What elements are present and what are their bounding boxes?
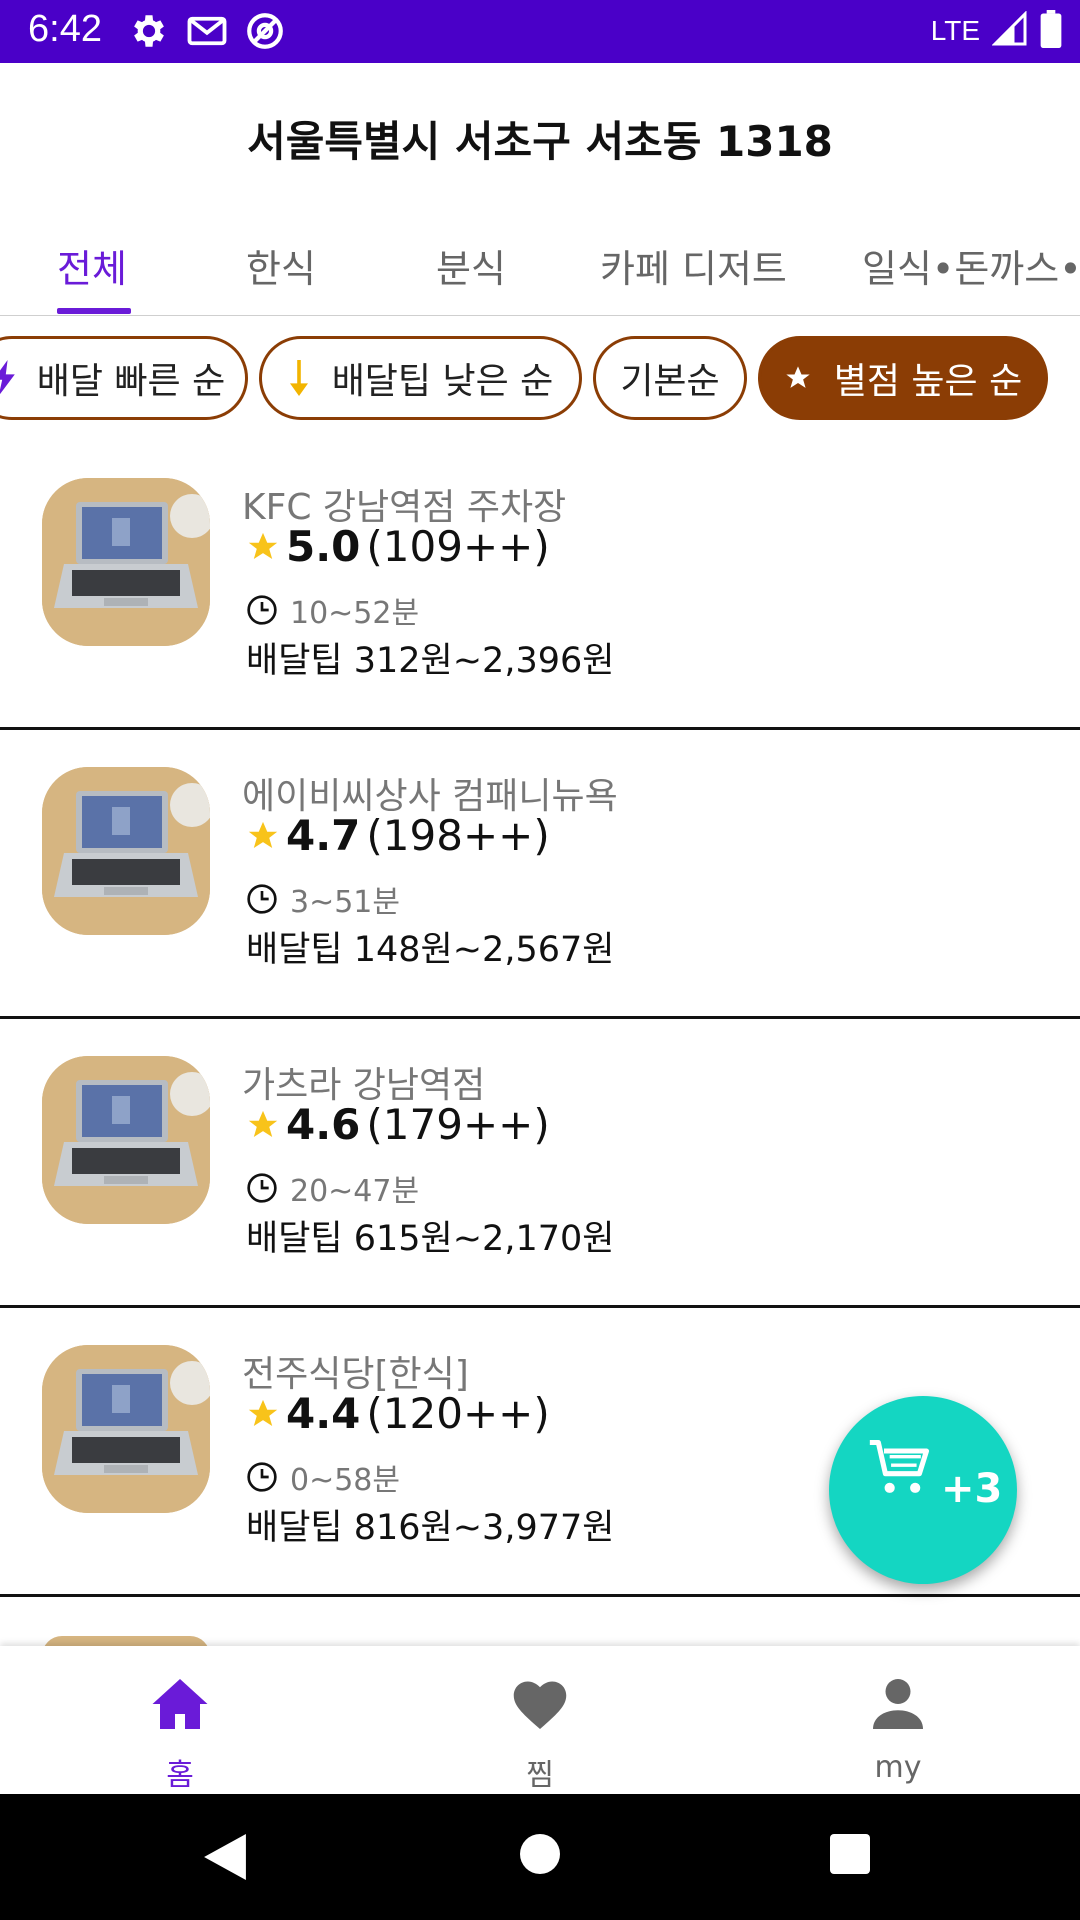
- back-icon[interactable]: [204, 1834, 246, 1884]
- store-thumbnail: [42, 478, 210, 646]
- filter-fast-delivery[interactable]: 배달 빠른 순: [0, 336, 248, 420]
- nav-home[interactable]: 홈: [80, 1646, 280, 1794]
- star-icon: [784, 364, 812, 392]
- filter-default[interactable]: 기본순: [593, 336, 747, 420]
- rating-value: 5.0: [286, 522, 361, 571]
- at-sign-icon: [244, 10, 286, 56]
- tab-indicator: [57, 308, 131, 314]
- clock-icon: [246, 594, 278, 626]
- mail-icon: [186, 10, 228, 56]
- star-icon: [246, 530, 280, 564]
- delivery-tip: 배달팁 615원~2,170원: [246, 1219, 615, 1259]
- filter-low-tip[interactable]: 배달팁 낮은 순: [259, 336, 582, 420]
- review-count: (179++): [366, 1100, 550, 1149]
- star-icon: [246, 1397, 280, 1431]
- filter-label: 배달 빠른 순: [36, 361, 226, 402]
- status-icons-left: [128, 10, 286, 56]
- delivery-time: 3~51분: [246, 877, 400, 921]
- cart-button[interactable]: +3: [829, 1396, 1017, 1584]
- delivery-tip: 배달팁 312원~2,396원: [246, 641, 615, 681]
- store-item[interactable]: 가츠라 강남역점 4.6 (179++) 20~47분 배달팁 615원~2,1…: [0, 1018, 1080, 1308]
- star-icon: [246, 1108, 280, 1142]
- system-nav-bar: [0, 1794, 1080, 1920]
- store-item[interactable]: 에이비씨상사 컴패니뉴욕 4.7 (198++) 3~51분 배달팁 148원~…: [0, 729, 1080, 1019]
- store-rating: 4.4 (120++): [246, 1389, 550, 1438]
- review-count: (198++): [366, 811, 550, 860]
- tab-all[interactable]: 전체: [57, 238, 127, 293]
- delivery-tip: 배달팁 816원~3,977원: [246, 1508, 615, 1548]
- signal-icon: [991, 10, 1028, 51]
- delivery-time: 20~47분: [246, 1166, 419, 1210]
- filter-label: 별점 높은 순: [833, 361, 1023, 402]
- recents-icon[interactable]: [830, 1834, 870, 1878]
- delivery-time-text: 20~47분: [290, 1174, 420, 1209]
- nav-label: 찜: [526, 1758, 554, 1793]
- delivery-time-text: 10~52분: [290, 596, 420, 631]
- tab-japanese[interactable]: 일식•돈까스•: [862, 238, 1080, 293]
- network-type: LTE: [930, 15, 980, 46]
- delivery-time: 10~52분: [246, 588, 419, 632]
- store-thumbnail: [42, 1056, 210, 1224]
- review-count: (120++): [366, 1389, 550, 1438]
- filter-label: 배달팁 낮은 순: [331, 361, 554, 402]
- filter-label: 기본순: [620, 361, 720, 402]
- delivery-tip: 배달팁 148원~2,567원: [246, 930, 615, 970]
- nav-my[interactable]: my: [798, 1646, 998, 1794]
- nav-label: 홈: [166, 1758, 194, 1793]
- status-time: 6:42: [28, 8, 102, 50]
- store-rating: 4.7 (198++): [246, 811, 550, 860]
- status-bar: 6:42 LTE: [0, 0, 1080, 63]
- tab-cafe-dessert[interactable]: 카페 디저트: [600, 238, 787, 293]
- cart-count: +3: [941, 1466, 1003, 1512]
- star-icon: [246, 819, 280, 853]
- gear-icon: [128, 10, 170, 56]
- rating-value: 4.6: [286, 1100, 361, 1149]
- rating-value: 4.7: [286, 811, 361, 860]
- delivery-time-text: 3~51분: [290, 885, 400, 920]
- store-thumbnail: [42, 1345, 210, 1513]
- heart-icon: [510, 1676, 570, 1732]
- bottom-nav: 홈 찜 my: [0, 1646, 1080, 1794]
- location-title[interactable]: 서울특별시 서초구 서초동 1318: [0, 108, 1080, 169]
- delivery-time-text: 0~58분: [290, 1463, 400, 1498]
- rating-value: 4.4: [286, 1389, 361, 1438]
- tab-korean[interactable]: 한식: [246, 238, 316, 293]
- cart-icon: [867, 1434, 935, 1506]
- lightning-icon: [0, 360, 15, 396]
- store-item[interactable]: KFC 강남역점 주차장 5.0 (109++) 10~52분 배달팁 312원…: [0, 440, 1080, 730]
- delivery-time: 0~58분: [246, 1455, 400, 1499]
- clock-icon: [246, 1461, 278, 1493]
- nav-favorites[interactable]: 찜: [440, 1646, 640, 1794]
- battery-icon: [1040, 10, 1062, 52]
- review-count: (109++): [366, 522, 550, 571]
- person-icon: [868, 1676, 928, 1732]
- store-rating: 5.0 (109++): [246, 522, 550, 571]
- clock-icon: [246, 883, 278, 915]
- filter-high-rating[interactable]: 별점 높은 순: [758, 336, 1048, 420]
- down-arrow-icon: [288, 360, 310, 396]
- screen: 6:42 LTE 서울특별시 서초구 서초동 1318 전체 한식 분식 카페 …: [0, 0, 1080, 1920]
- nav-label: my: [874, 1750, 922, 1785]
- category-tabs: 전체 한식 분식 카페 디저트 일식•돈까스•: [0, 232, 1080, 316]
- tab-snack[interactable]: 분식: [436, 238, 506, 293]
- store-rating: 4.6 (179++): [246, 1100, 550, 1149]
- clock-icon: [246, 1172, 278, 1204]
- home-circle-icon[interactable]: [520, 1834, 560, 1878]
- home-icon: [150, 1676, 210, 1732]
- status-icons-right: LTE: [931, 10, 1062, 52]
- store-thumbnail: [42, 767, 210, 935]
